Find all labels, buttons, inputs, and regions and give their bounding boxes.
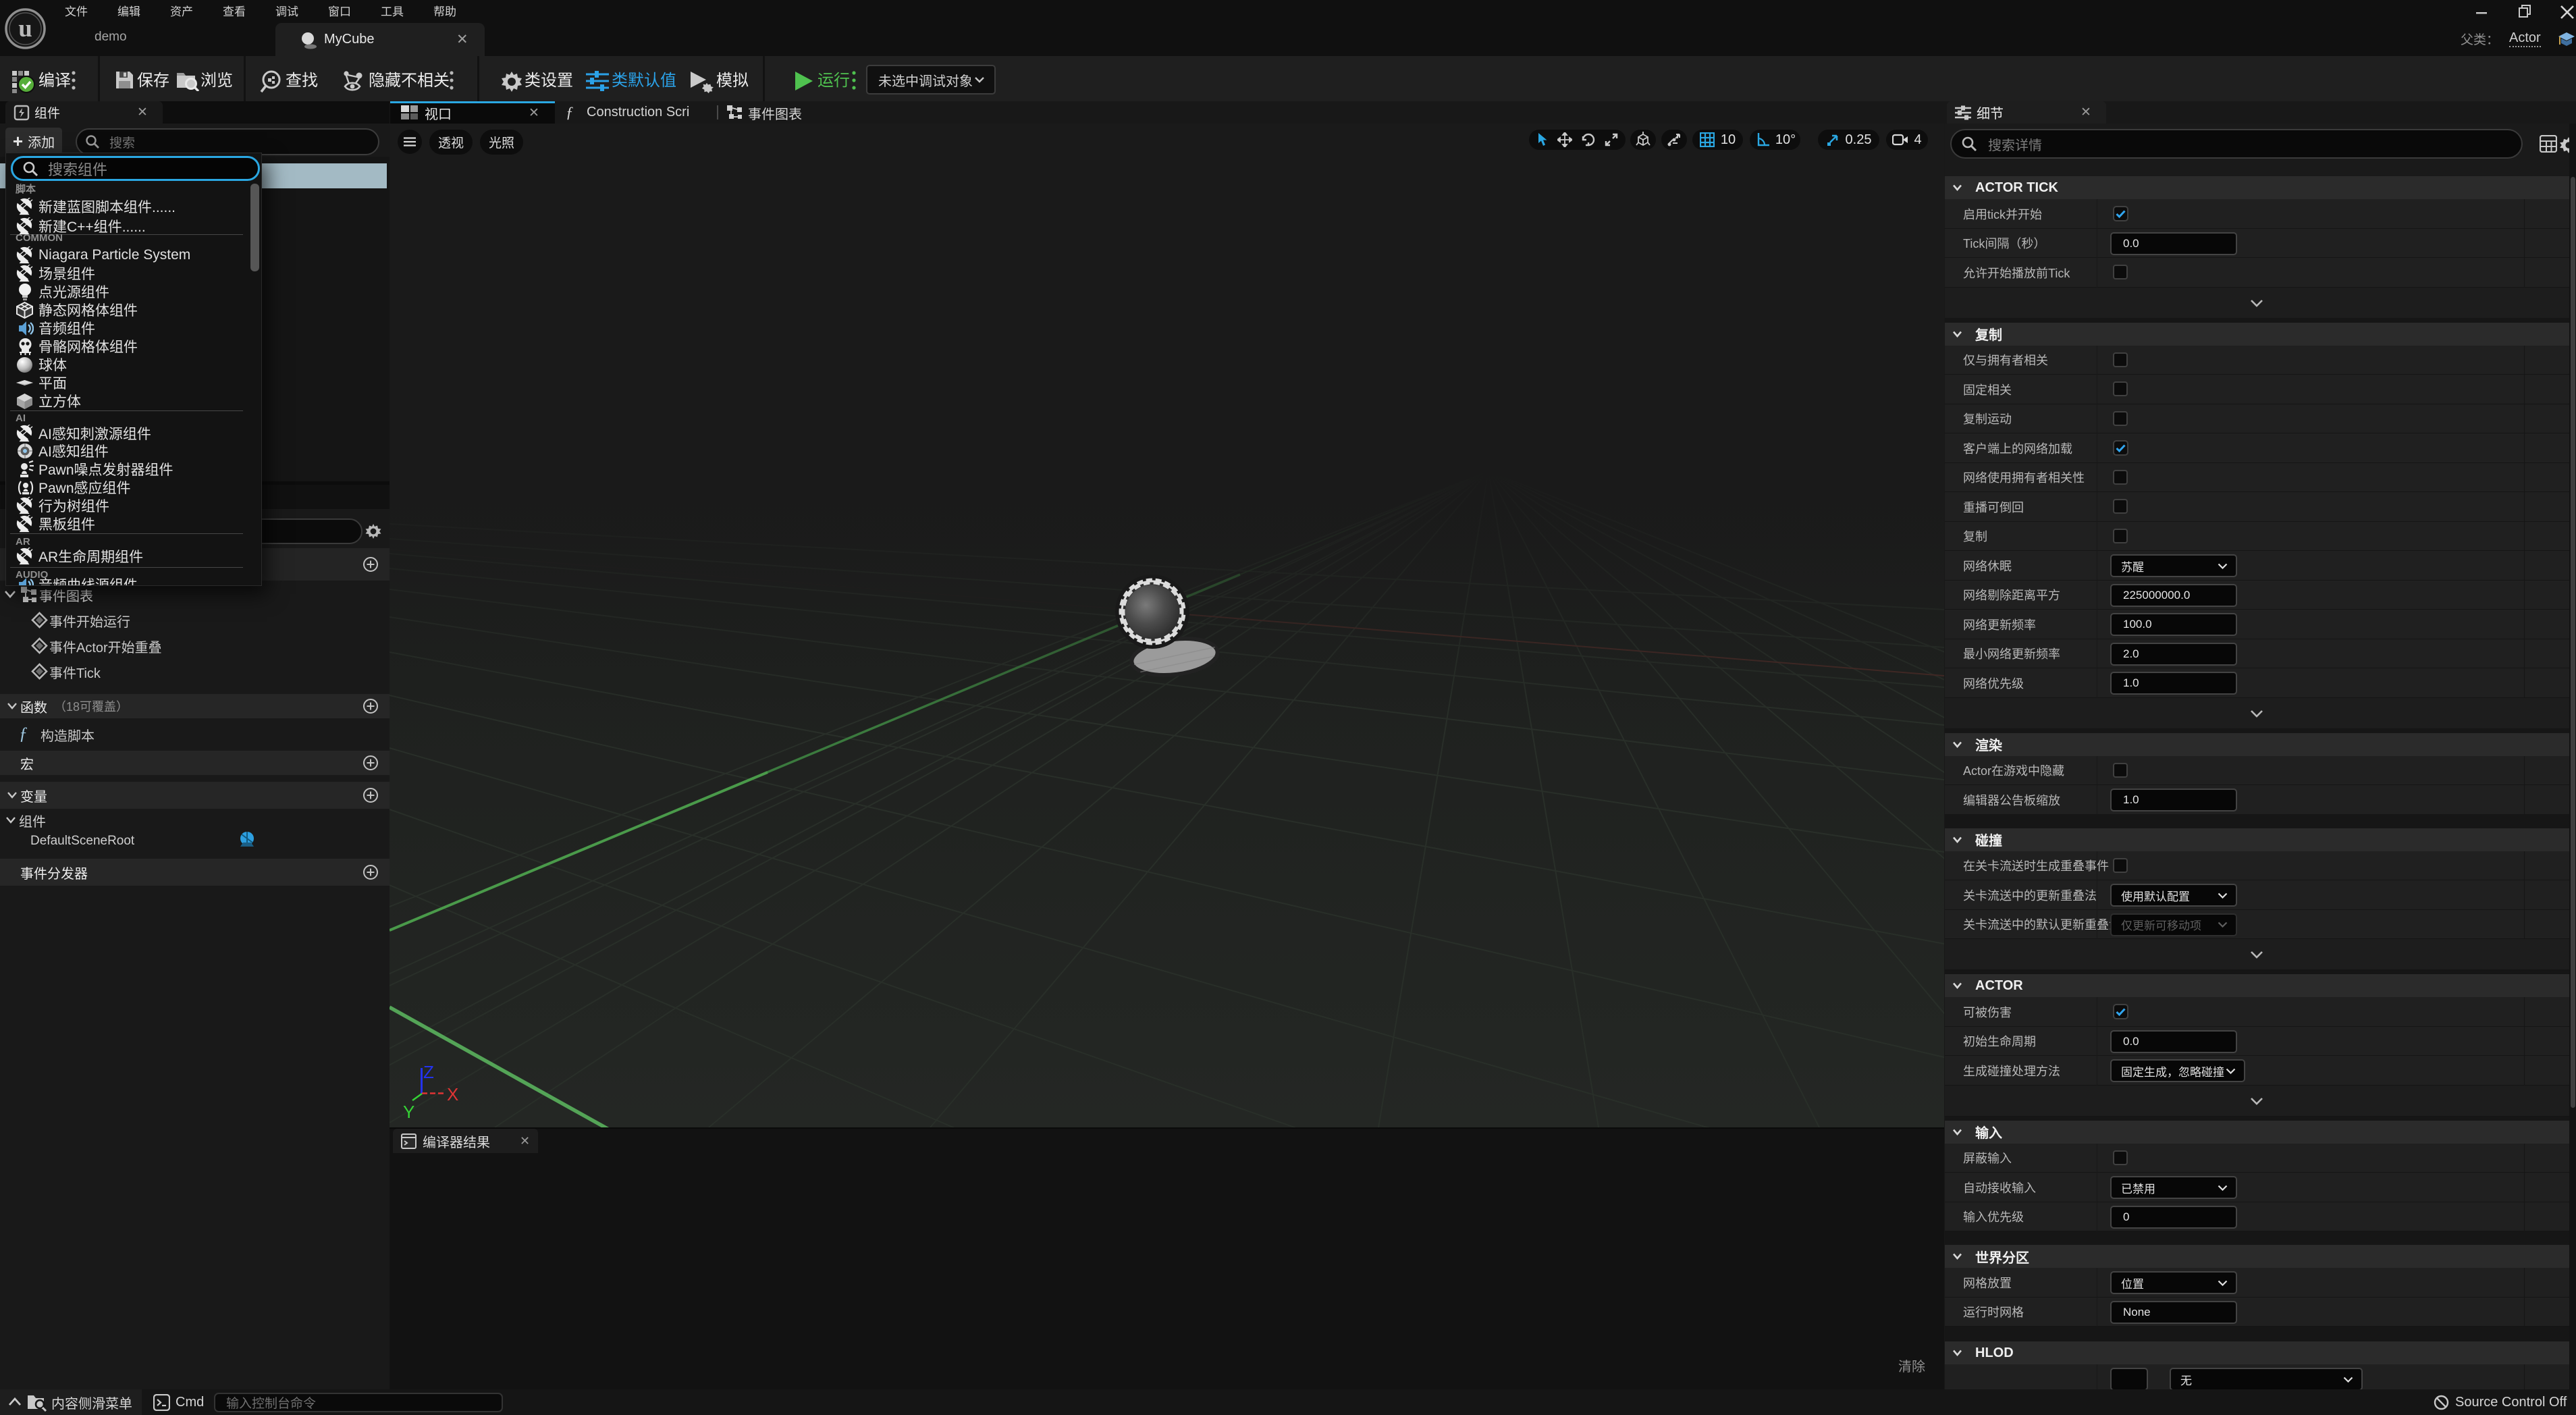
svg-text:Y: Y	[403, 1102, 414, 1122]
svg-text:X: X	[447, 1084, 458, 1104]
svg-text:u: u	[18, 15, 32, 43]
svg-text:Z: Z	[423, 1062, 434, 1082]
